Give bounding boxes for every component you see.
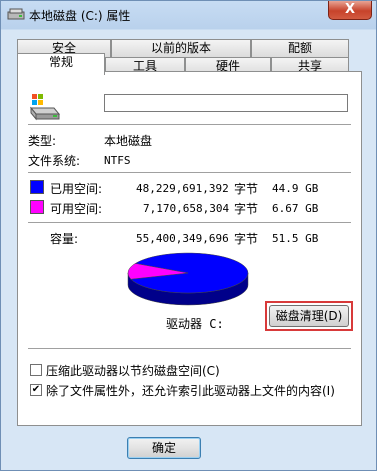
tab-general[interactable]: 常规 xyxy=(17,53,105,75)
disk-usage-pie-chart xyxy=(127,252,249,306)
drive-label: 驱动器 C: xyxy=(166,317,224,331)
drive-icon xyxy=(7,8,25,20)
separator xyxy=(28,124,351,125)
capacity-bytes: 55,400,349,696 xyxy=(136,232,229,245)
title-bar: 本地磁盘 (C:) 属性 X xyxy=(1,1,377,29)
disk-cleanup-button[interactable]: 磁盘清理(D) xyxy=(269,305,349,327)
free-space-bytes: 7,170,658,304 xyxy=(143,202,230,215)
tab-label: 常规 xyxy=(48,55,73,69)
window-title: 本地磁盘 (C:) 属性 xyxy=(29,9,131,23)
filesystem-value: NTFS xyxy=(104,154,131,167)
index-checkbox[interactable]: ✔ xyxy=(30,384,42,396)
volume-name-input[interactable] xyxy=(104,94,348,112)
close-icon: X xyxy=(344,2,356,17)
used-space-swatch xyxy=(30,180,44,194)
compress-label: 压缩此驱动器以节约磁盘空间(C) xyxy=(46,364,220,378)
ok-button[interactable]: 确定 xyxy=(127,437,201,459)
tab-previous-versions[interactable]: 以前的版本 xyxy=(111,39,251,57)
properties-window: 本地磁盘 (C:) 属性 X 安全 以前的版本 配额 常规 工具 硬件 共享 类… xyxy=(0,0,377,471)
used-space-unit: 字节 xyxy=(234,182,259,196)
capacity-unit: 字节 xyxy=(234,232,259,246)
used-space-label: 已用空间: xyxy=(50,182,103,196)
type-value: 本地磁盘 xyxy=(104,134,153,148)
separator xyxy=(28,348,351,349)
capacity-label: 容量: xyxy=(50,232,79,246)
free-space-swatch xyxy=(30,200,44,214)
separator xyxy=(28,172,351,173)
used-space-size: 44.9 GB xyxy=(272,182,319,195)
compress-checkbox[interactable] xyxy=(30,364,42,376)
tab-label: 配额 xyxy=(287,41,312,55)
button-label: 确定 xyxy=(151,441,176,455)
general-tab-panel: 类型: 本地磁盘 文件系统: NTFS 已用空间: 48,229,691,392… xyxy=(17,71,362,426)
close-button[interactable]: X xyxy=(328,1,372,20)
tab-quota[interactable]: 配额 xyxy=(251,39,349,57)
used-space-bytes: 48,229,691,392 xyxy=(136,182,229,195)
free-space-size: 6.67 GB xyxy=(272,202,319,215)
capacity-size: 51.5 GB xyxy=(272,232,319,245)
index-label: 除了文件属性外，还允许索引此驱动器上文件的内容(I) xyxy=(46,384,335,398)
free-space-unit: 字节 xyxy=(234,202,259,216)
free-space-label: 可用空间: xyxy=(50,202,103,216)
separator xyxy=(28,222,351,223)
button-label: 磁盘清理(D) xyxy=(275,309,343,323)
filesystem-label: 文件系统: xyxy=(28,154,81,168)
hard-drive-icon xyxy=(29,94,61,121)
tab-label: 以前的版本 xyxy=(150,41,211,55)
type-label: 类型: xyxy=(28,134,57,148)
checkmark-icon: ✔ xyxy=(31,384,41,395)
